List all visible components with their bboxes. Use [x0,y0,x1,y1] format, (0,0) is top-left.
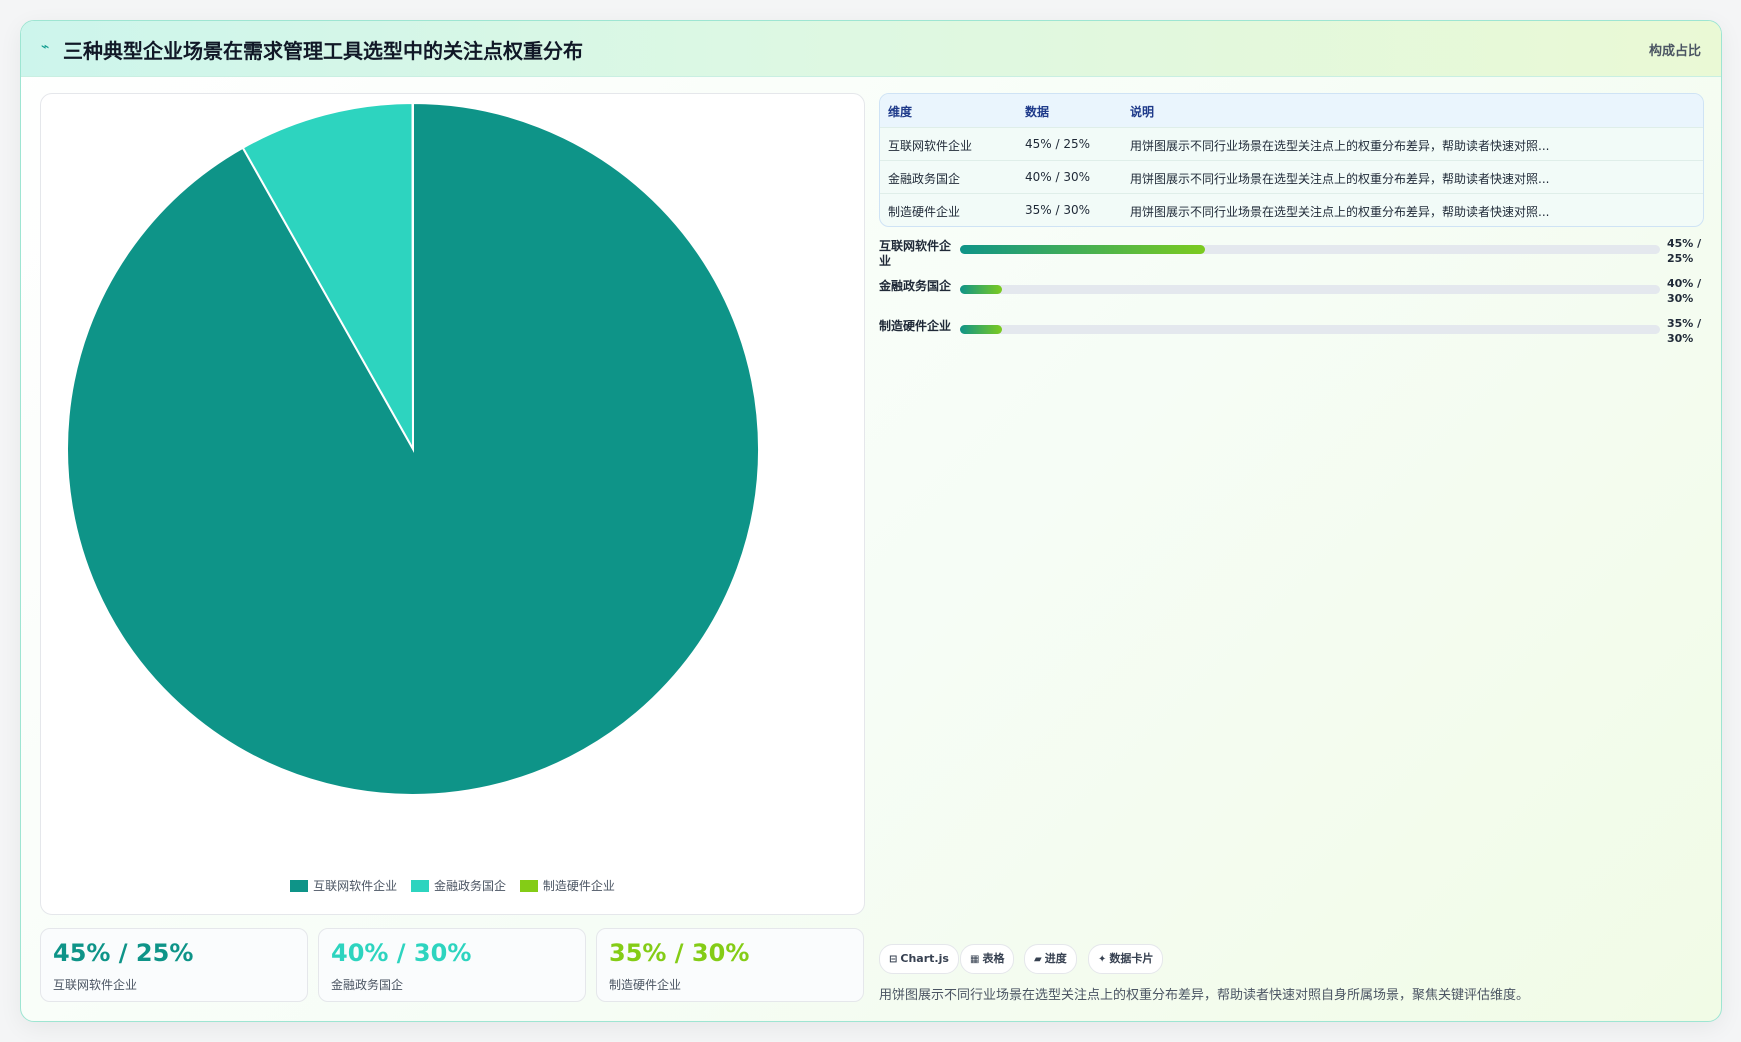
progress-row: 制造硬件企业 35% / 30% [879,315,1702,351]
stat-value: 35% / 30% [609,939,750,967]
progress-value: 40% / 30% [1667,277,1702,305]
legend-swatch [410,879,429,892]
legend-item[interactable]: 互联网软件企业 [290,877,397,894]
progress-track [960,245,1660,254]
progress-fill [960,245,1205,254]
legend-item[interactable]: 金融政务国企 [410,877,506,894]
pill-label: 进度 [1044,952,1067,965]
table-cell: 用饼图展示不同行业场景在选型关注点上的权重分布差异，帮助读者快速对照... [1130,205,1550,219]
table-cell: 制造硬件企业 [888,205,961,219]
table-cell: 45% / 25% [1025,137,1091,151]
stat-card: 35% / 30% 制造硬件企业 [596,928,864,1002]
progress-label: 互联网软件企业 [879,239,952,268]
pill-label: 数据卡片 [1109,952,1154,965]
data-table: 维度 数据 说明 互联网软件企业 45% / 25% 用饼图展示不同行业场景在选… [879,93,1704,227]
lightning-icon: ⌁ [41,39,50,55]
stat-label: 互联网软件企业 [53,978,138,992]
legend-swatch [290,879,309,892]
dashboard-card: ⌁ 三种典型企业场景在需求管理工具选型中的关注点权重分布 构成占比 互联网软件企… [20,20,1722,1022]
table-header-cell: 维度 [888,105,913,119]
stat-card: 45% / 25% 互联网软件企业 [40,928,308,1002]
stat-label: 金融政务国企 [331,978,404,992]
table-row: 金融政务国企 40% / 30% 用饼图展示不同行业场景在选型关注点上的权重分布… [880,160,1703,194]
progress-value: 35% / 30% [1667,317,1702,345]
chart-legend: 互联网软件企业 金融政务国企 制造硬件企业 [41,877,864,894]
footnote: 用饼图展示不同行业场景在选型关注点上的权重分布差异，帮助读者快速对照自身所属场景… [879,988,1530,1003]
progress-track [960,285,1660,294]
stat-value: 40% / 30% [331,939,472,967]
table-row: 制造硬件企业 35% / 30% 用饼图展示不同行业场景在选型关注点上的权重分布… [880,193,1703,226]
progress-row: 金融政务国企 40% / 30% [879,275,1702,311]
pill-label: 表格 [982,952,1005,965]
legend-label: 金融政务国企 [433,879,506,893]
progress-fill [960,325,1002,334]
table-cell: 35% / 30% [1025,203,1091,217]
stat-label: 制造硬件企业 [609,978,682,992]
chart-icon: ⊟ [889,954,898,965]
stat-value: 45% / 25% [53,939,194,967]
data-card-pill[interactable]: ✦ 数据卡片 [1088,944,1164,974]
page-title: 三种典型企业场景在需求管理工具选型中的关注点权重分布 [63,39,583,63]
progress-fill [960,285,1002,294]
pie-chart-panel: 互联网软件企业 金融政务国企 制造硬件企业 [40,93,865,915]
table-header-cell: 说明 [1130,105,1155,119]
table-row: 互联网软件企业 45% / 25% 用饼图展示不同行业场景在选型关注点上的权重分… [880,127,1703,161]
stat-card: 40% / 30% 金融政务国企 [318,928,586,1002]
sparkle-icon: ✦ [1098,954,1107,965]
table-cell: 用饼图展示不同行业场景在选型关注点上的权重分布差异，帮助读者快速对照... [1130,139,1550,153]
pill-label: Chart.js [900,952,949,965]
table-header-cell: 数据 [1025,105,1050,119]
table-cell: 金融政务国企 [888,172,961,186]
chart-type-tag: 构成占比 [1648,44,1701,59]
pie-chart [66,101,760,796]
progress-row: 互联网软件企业 45% / 25% [879,235,1702,271]
table-pill[interactable]: ▦ 表格 [960,944,1015,974]
legend-label: 互联网软件企业 [313,879,398,893]
chartjs-pill[interactable]: ⊟ Chart.js [879,944,959,974]
progress-label: 制造硬件企业 [879,319,952,333]
progress-pill[interactable]: ▰ 进度 [1024,944,1077,974]
legend-swatch [519,879,538,892]
header-bar: ⌁ 三种典型企业场景在需求管理工具选型中的关注点权重分布 构成占比 [21,21,1721,77]
progress-value: 45% / 25% [1667,237,1702,265]
table-header-row: 维度 数据 说明 [880,94,1703,127]
table-cell: 40% / 30% [1025,170,1091,184]
table-cell: 互联网软件企业 [888,139,973,153]
progress-label: 金融政务国企 [879,279,952,293]
legend-label: 制造硬件企业 [542,879,615,893]
table-cell: 用饼图展示不同行业场景在选型关注点上的权重分布差异，帮助读者快速对照... [1130,172,1550,186]
table-icon: ▦ [970,954,980,965]
progress-track [960,325,1660,334]
progress-icon: ▰ [1034,954,1042,965]
legend-item[interactable]: 制造硬件企业 [519,877,615,894]
